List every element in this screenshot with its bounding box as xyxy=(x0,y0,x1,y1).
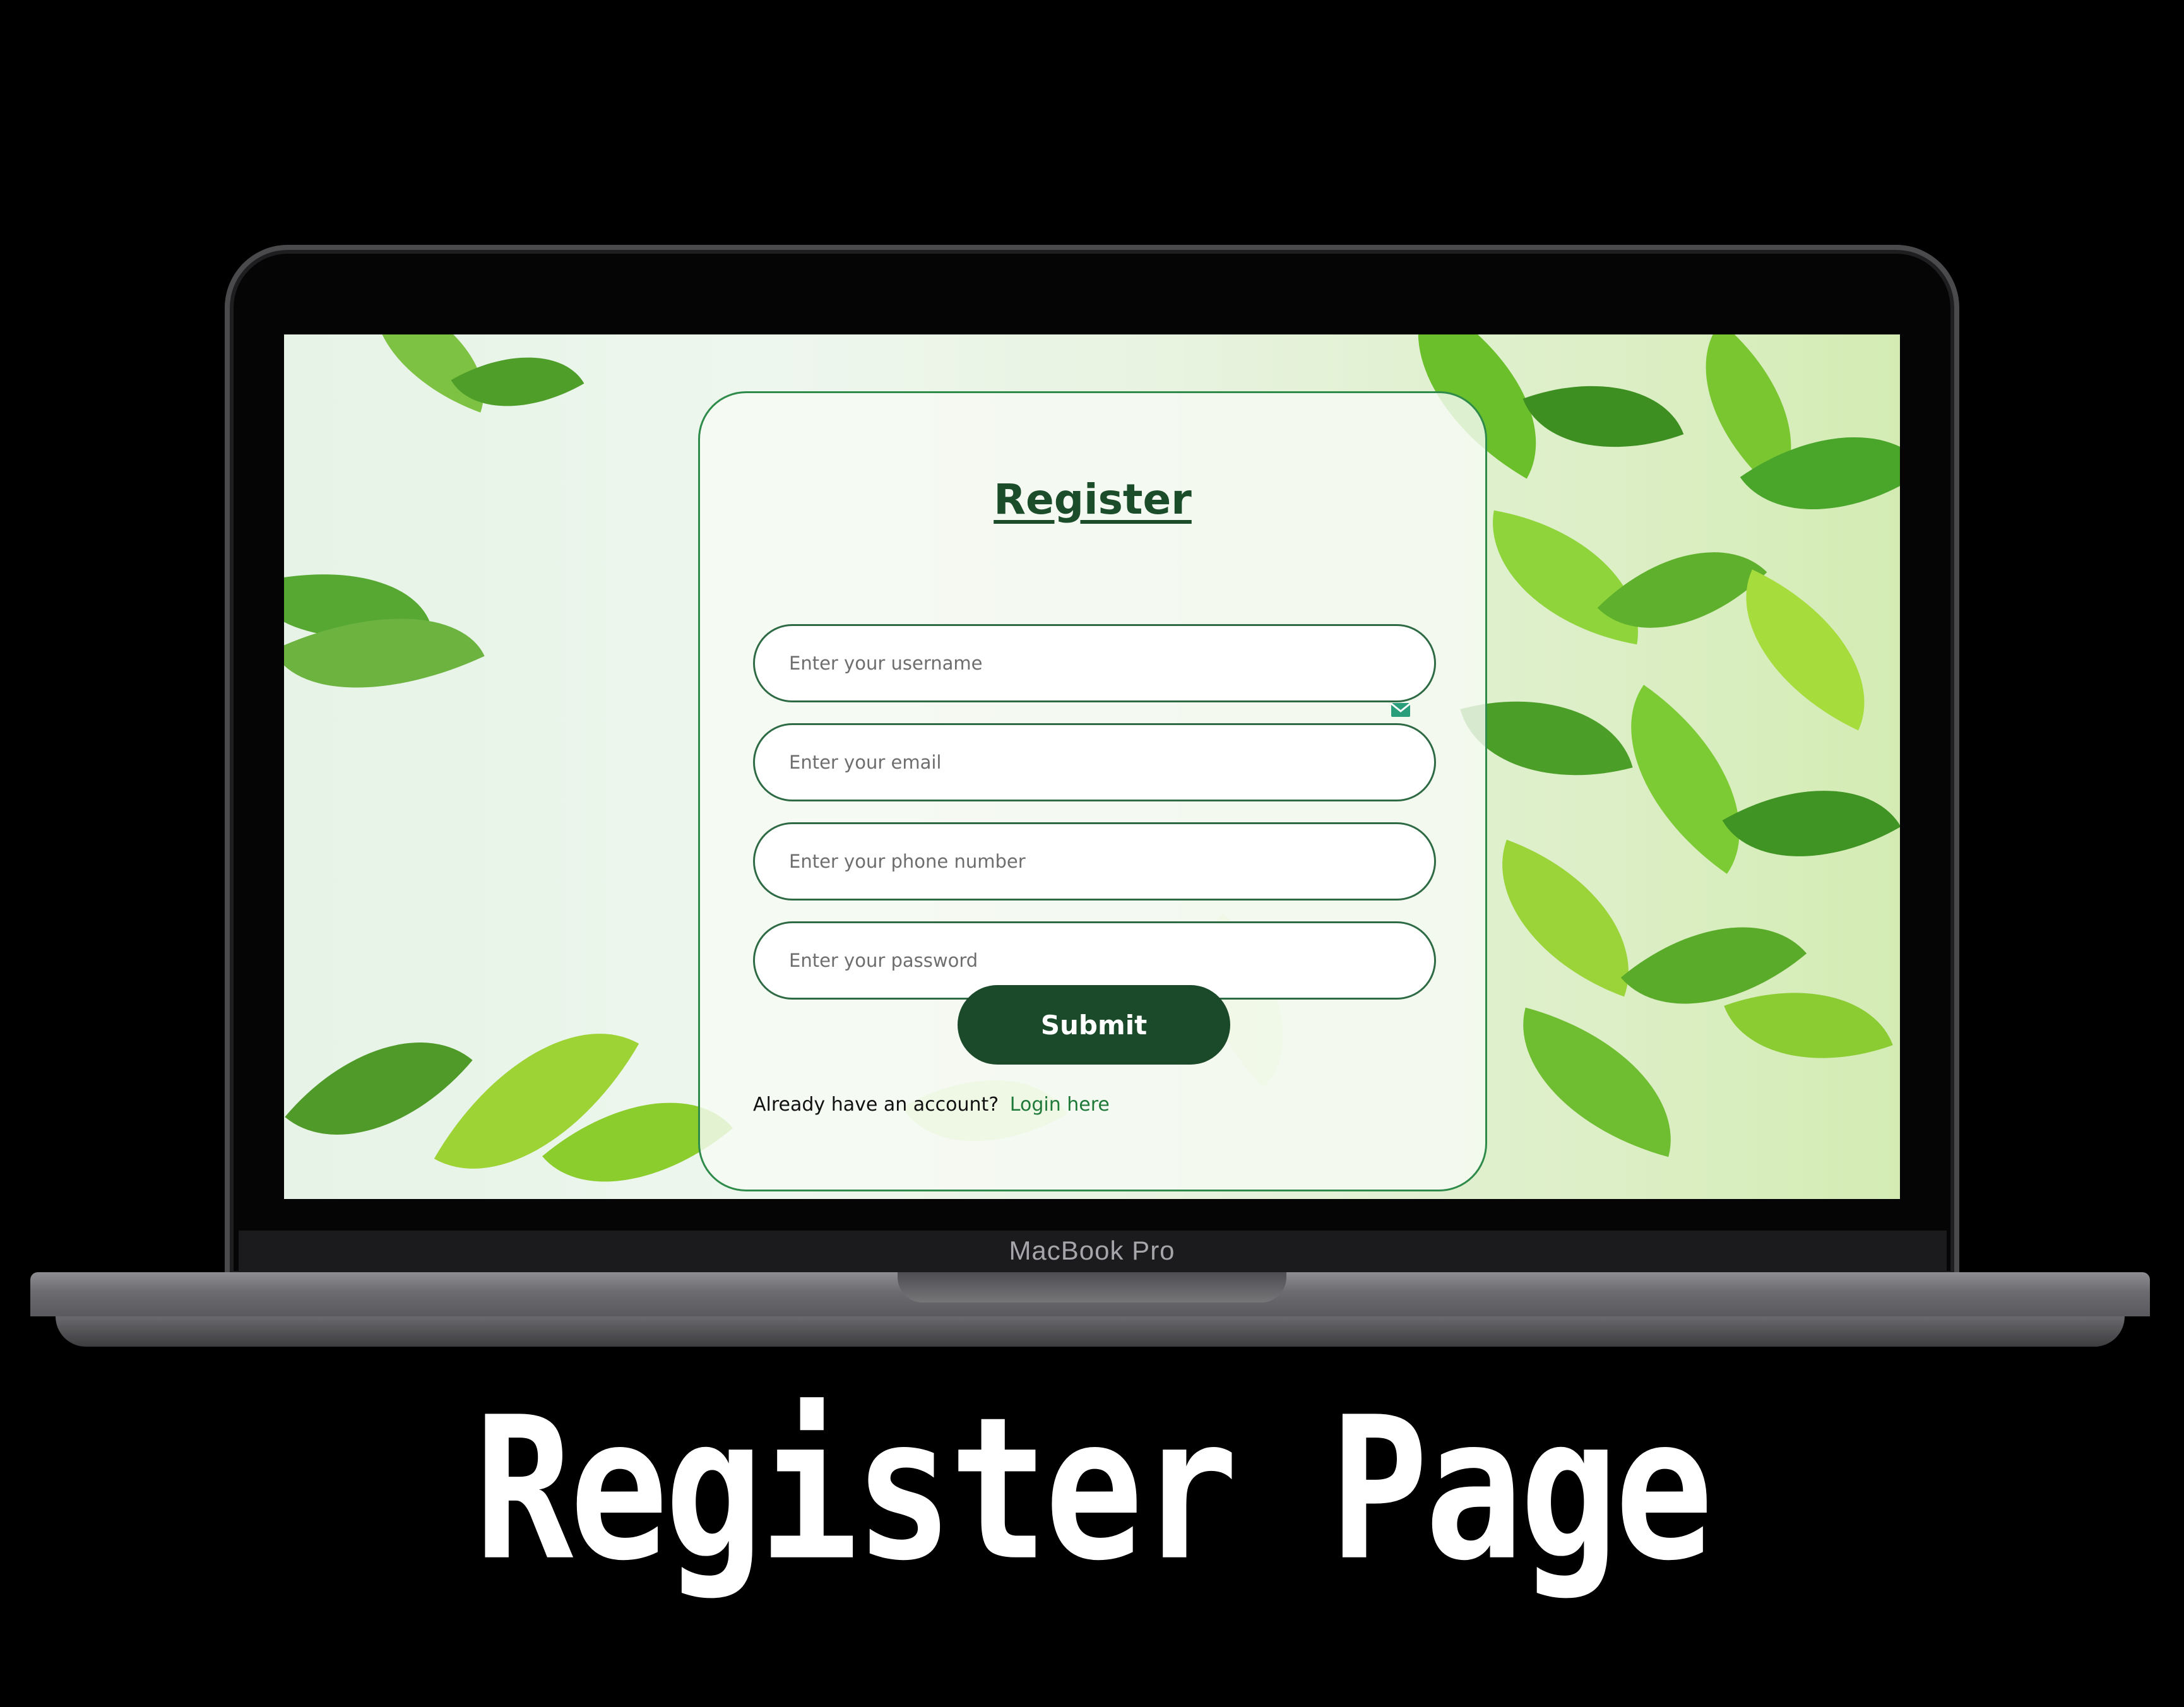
form-title: Register xyxy=(994,475,1192,524)
login-link[interactable]: Login here xyxy=(1010,1094,1110,1116)
mail-icon xyxy=(1391,702,1411,717)
username-input[interactable] xyxy=(753,624,1436,702)
device-brand-label: MacBook Pro xyxy=(1009,1236,1175,1265)
email-input[interactable] xyxy=(753,723,1436,801)
laptop-opening-notch xyxy=(898,1272,1286,1302)
laptop-base-edge xyxy=(56,1316,2125,1347)
register-card: Register Submit Already have an account?… xyxy=(698,391,1487,1191)
phone-input[interactable] xyxy=(753,822,1436,901)
login-prompt: Already have an account? Login here xyxy=(753,1094,1110,1116)
page-caption: Register Page xyxy=(474,1375,1714,1605)
browser-viewport: Register Submit Already have an account?… xyxy=(284,334,1900,1199)
submit-button[interactable]: Submit xyxy=(958,985,1230,1065)
account-prompt-text: Already have an account? xyxy=(753,1094,999,1116)
